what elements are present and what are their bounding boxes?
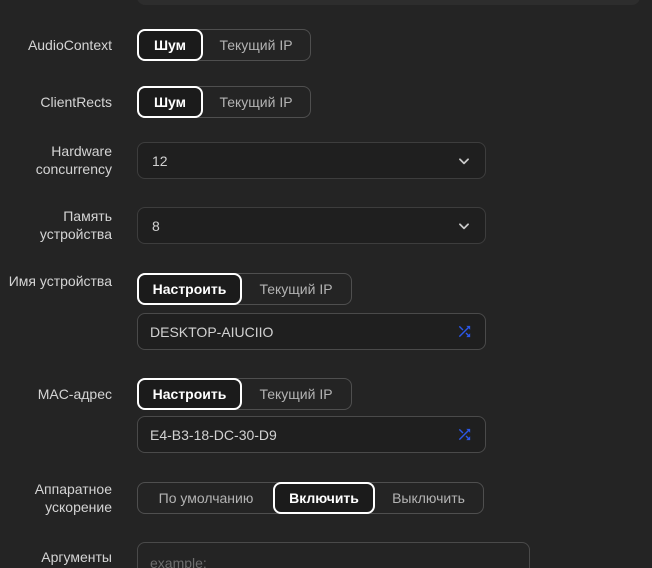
device-name-input[interactable] <box>150 324 448 340</box>
audiocontext-option-current-ip[interactable]: Текущий IP <box>202 30 310 60</box>
device-memory-label: Память устройства <box>0 207 112 243</box>
chevron-down-icon <box>457 219 471 233</box>
clientrects-option-current-ip[interactable]: Текущий IP <box>202 87 310 117</box>
hardware-acceleration-option-default[interactable]: По умолчанию <box>138 483 274 513</box>
hardware-acceleration-toggle-group: По умолчанию Включить Выключить <box>137 482 484 514</box>
device-name-toggle-group: Настроить Текущий IP <box>137 273 352 305</box>
mac-address-field <box>137 416 486 453</box>
hardware-concurrency-select[interactable]: 12 <box>137 142 486 179</box>
device-name-option-current-ip[interactable]: Текущий IP <box>241 274 351 304</box>
fingerprint-settings-panel: AudioContext Шум Текущий IP ClientRects … <box>0 0 652 568</box>
clientrects-label: ClientRects <box>0 93 112 111</box>
clientrects-toggle-group: Шум Текущий IP <box>137 86 311 118</box>
shuffle-icon[interactable] <box>456 323 473 340</box>
audiocontext-option-noise[interactable]: Шум <box>137 29 203 61</box>
mac-address-label: MAC-адрес <box>0 385 112 403</box>
hardware-concurrency-value: 12 <box>152 153 168 169</box>
mac-address-option-configure[interactable]: Настроить <box>137 378 242 410</box>
top-partial-field[interactable] <box>137 0 640 5</box>
mac-address-option-current-ip[interactable]: Текущий IP <box>241 379 351 409</box>
hardware-concurrency-label: Hardware concurrency <box>0 142 112 178</box>
device-name-field <box>137 313 486 350</box>
mac-address-input[interactable] <box>150 427 448 443</box>
chevron-down-icon <box>457 154 471 168</box>
arguments-input[interactable] <box>137 542 530 568</box>
shuffle-icon[interactable] <box>456 426 473 443</box>
device-name-option-configure[interactable]: Настроить <box>137 273 242 305</box>
mac-address-toggle-group: Настроить Текущий IP <box>137 378 352 410</box>
device-memory-select[interactable]: 8 <box>137 207 486 244</box>
device-name-label: Имя устройства <box>0 272 112 290</box>
hardware-acceleration-option-enable[interactable]: Включить <box>273 482 375 514</box>
audiocontext-toggle-group: Шум Текущий IP <box>137 29 311 61</box>
clientrects-option-noise[interactable]: Шум <box>137 86 203 118</box>
device-memory-value: 8 <box>152 218 160 234</box>
hardware-acceleration-option-disable[interactable]: Выключить <box>374 483 483 513</box>
audiocontext-label: AudioContext <box>0 36 112 54</box>
hardware-acceleration-label: Аппаратное ускорение <box>0 480 112 516</box>
arguments-label: Аргументы <box>0 548 112 566</box>
